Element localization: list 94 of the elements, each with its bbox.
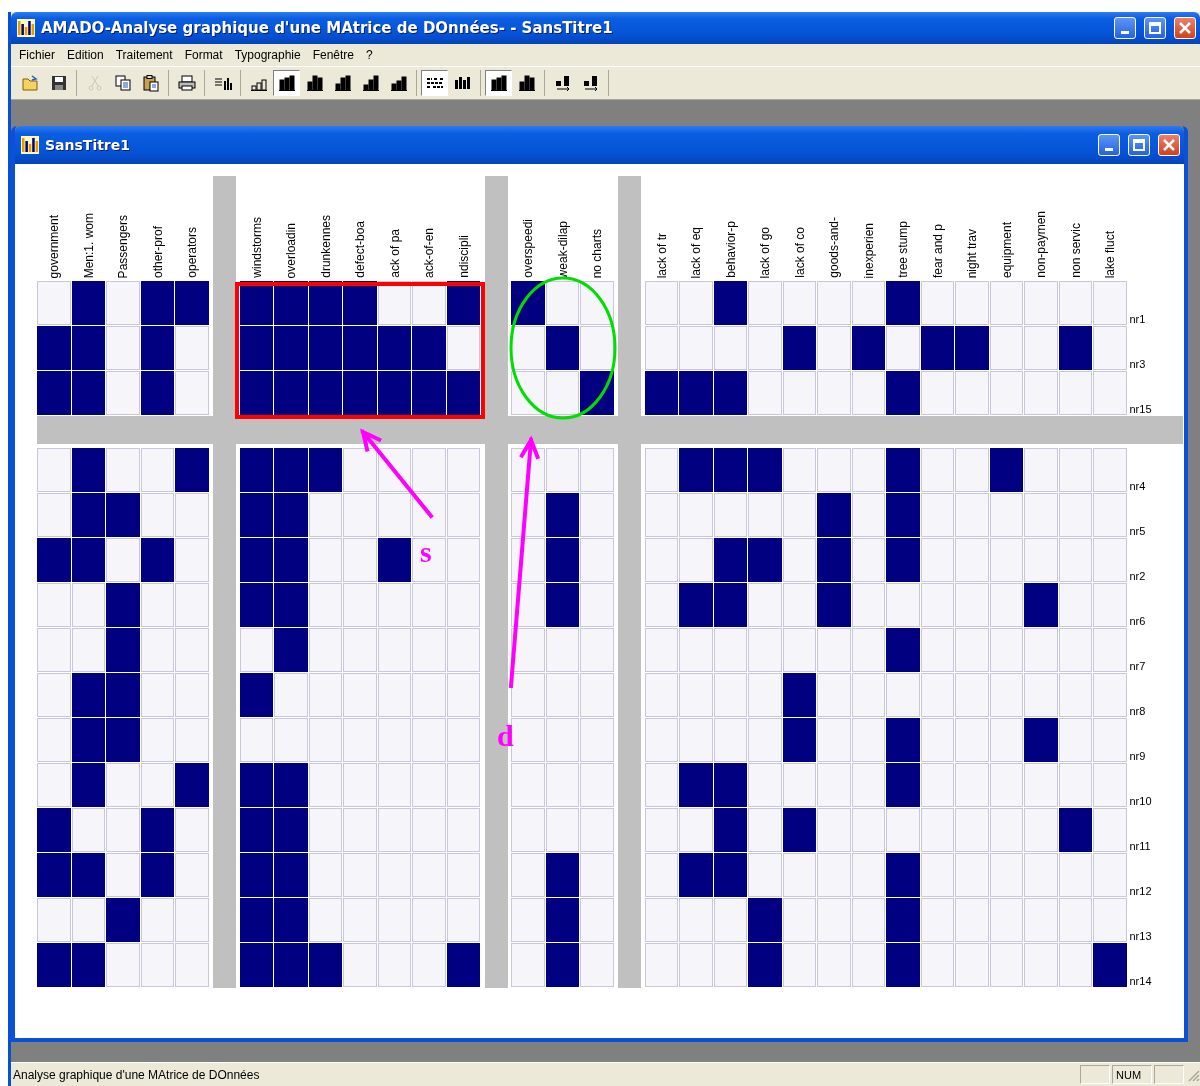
folder-icon <box>21 75 40 91</box>
column-header: ndiscipli <box>456 235 471 278</box>
row-label: nr15 <box>1128 403 1152 415</box>
annotation-label: s <box>420 535 432 568</box>
minimize-button[interactable] <box>1114 17 1136 39</box>
column-header: ack-of-en <box>422 227 437 278</box>
column-header: non-paymen <box>1034 211 1049 278</box>
column-header: fear and p <box>930 223 945 278</box>
maximize-button[interactable] <box>1144 17 1166 39</box>
row-label: nr7 <box>1128 660 1146 672</box>
bar-chart-icon <box>490 75 507 91</box>
column-header: no charts <box>590 228 605 278</box>
row-label: nr10 <box>1128 795 1152 807</box>
row-label: nr13 <box>1128 930 1152 942</box>
column-header: overspeedi <box>521 219 536 278</box>
bar-chart-icon <box>390 75 407 91</box>
menu-item[interactable]: Edition <box>61 48 110 62</box>
close-button[interactable] <box>1158 134 1180 156</box>
menu-item[interactable]: Fenêtre <box>306 48 361 62</box>
row-label: nr5 <box>1128 525 1146 537</box>
column-header: lack of eq <box>689 226 704 278</box>
window-title: AMADO-Analyse graphique d'une MAtrice de DOnnées- - SansTitre1 <box>41 19 614 37</box>
menu-item[interactable]: Traitement <box>109 48 179 62</box>
num-lock-indicator: NUM <box>1112 1065 1152 1084</box>
bar-chart-button[interactable] <box>273 70 300 96</box>
column-header: other-prof <box>150 225 165 278</box>
menu-item[interactable]: ? <box>360 48 379 62</box>
row-label: nr4 <box>1128 480 1146 492</box>
column-header: Men:1. wom <box>81 212 96 278</box>
app-icon <box>17 19 35 37</box>
column-header: tree stump <box>896 221 911 278</box>
status-panel <box>1154 1065 1184 1084</box>
bar-chart-icon <box>278 75 295 91</box>
column-header: operators <box>185 227 200 278</box>
column-header: ack of pa <box>387 229 402 278</box>
bar-chart-icon <box>362 75 379 91</box>
column-header: lake fluct <box>1103 230 1118 278</box>
column-header: overloadin <box>284 222 299 278</box>
bar-chart-icon <box>518 75 535 91</box>
row-label: nr9 <box>1128 750 1146 762</box>
annotation-label: d <box>497 719 514 752</box>
minimize-icon <box>1121 30 1129 34</box>
row-label: nr2 <box>1128 570 1146 582</box>
bar-chart-button[interactable] <box>485 70 512 96</box>
row-label: nr14 <box>1128 975 1152 987</box>
clipboard-icon <box>142 74 159 92</box>
bar-chart-icon <box>334 75 351 91</box>
column-header: defect-boa <box>353 221 368 278</box>
bar-chart-icon <box>306 75 323 91</box>
column-header: lack of go <box>758 226 773 278</box>
menu-item[interactable]: Format <box>178 48 229 62</box>
app-icon <box>21 136 39 154</box>
menu-item[interactable]: Typographie <box>228 48 307 62</box>
column-header: lack of tr <box>654 232 669 278</box>
column-header: Passengers <box>116 214 131 278</box>
menu-item[interactable]: Fichier <box>13 48 61 62</box>
maximize-icon <box>1133 139 1145 151</box>
column-header: weak-dilap <box>555 220 570 278</box>
column-header: goods-and- <box>827 217 842 278</box>
column-header: non servic <box>1068 223 1083 278</box>
printer-icon <box>177 75 196 91</box>
swap-icon <box>553 75 572 91</box>
document-title: SansTitre1 <box>45 137 131 153</box>
row-label: nr12 <box>1128 885 1152 897</box>
grid-icon <box>453 76 472 90</box>
resize-grip-icon <box>1186 1067 1200 1082</box>
column-header: government <box>47 214 62 278</box>
column-header: equipment <box>999 221 1014 278</box>
copy-icon <box>114 75 131 91</box>
maximize-icon <box>1149 22 1161 34</box>
sort-icon <box>213 75 232 91</box>
swap-icon <box>581 75 600 91</box>
rows-button[interactable] <box>421 70 448 96</box>
column-header: behavior-p <box>723 221 738 278</box>
rows-icon <box>425 76 444 90</box>
status-panel <box>1080 1065 1110 1084</box>
maximize-button[interactable] <box>1128 134 1150 156</box>
close-icon <box>1179 22 1191 34</box>
status-text: Analyse graphique d'une MAtrice de DOnnées <box>13 1067 261 1082</box>
minimize-icon <box>1105 147 1113 151</box>
column-header: lack of co <box>792 227 807 278</box>
column-header: night trav <box>965 228 980 278</box>
column-header: windstorms <box>249 217 264 278</box>
minimize-button[interactable] <box>1098 134 1120 156</box>
row-label: nr11 <box>1128 840 1151 852</box>
row-label: nr1 <box>1128 313 1146 325</box>
column-header: drunkennes <box>318 215 333 278</box>
close-icon <box>1163 139 1175 151</box>
scissors-icon <box>86 75 103 91</box>
row-label: nr3 <box>1128 358 1146 370</box>
row-label: nr6 <box>1128 615 1146 627</box>
close-button[interactable] <box>1174 17 1196 39</box>
column-header: inexperien <box>861 222 876 278</box>
row-label: nr8 <box>1128 705 1146 717</box>
